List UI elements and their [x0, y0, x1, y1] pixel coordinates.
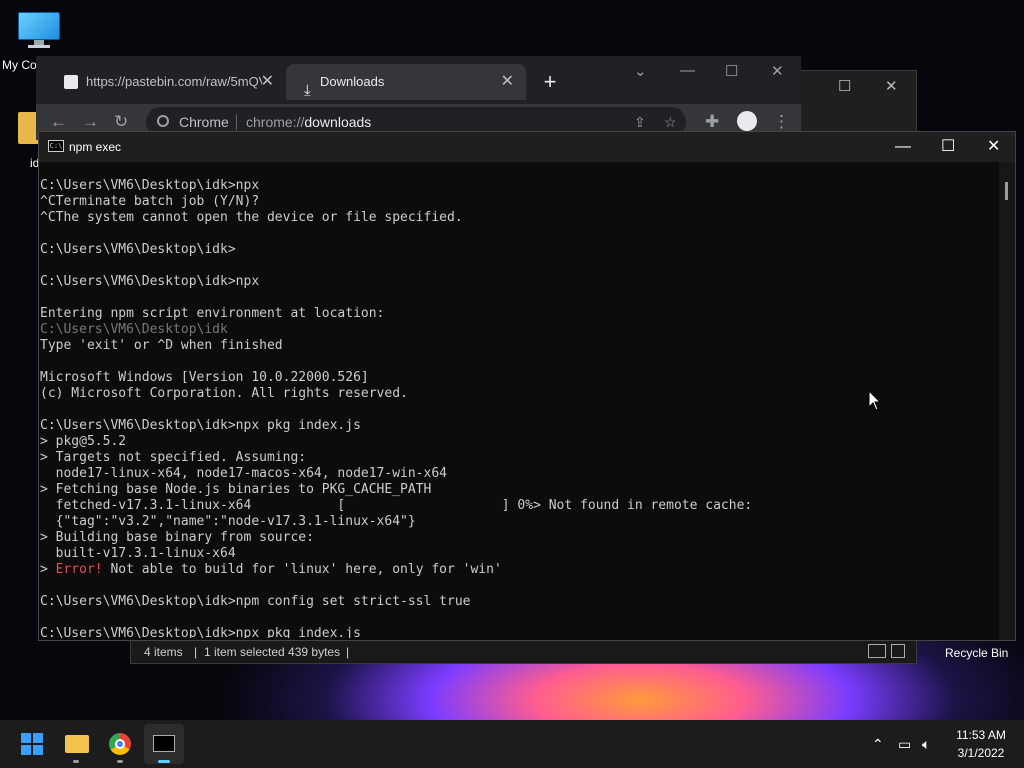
- new-tab-button[interactable]: +: [536, 64, 564, 100]
- terminal-line: built-v17.3.1-linux-x64: [40, 546, 236, 561]
- tab-downloads[interactable]: ⤓ Downloads ✕: [286, 64, 526, 100]
- tab-title: Downloads: [320, 74, 385, 89]
- extensions-icon[interactable]: ✚: [705, 112, 719, 132]
- clock-time: 11:53 AM: [956, 728, 1006, 742]
- terminal-line: C:\Users\VM6\Desktop\idk>npx: [40, 178, 260, 193]
- scrollbar-thumb[interactable]: [1005, 182, 1008, 200]
- volume-icon[interactable]: 🔈︎: [922, 720, 930, 768]
- reload-icon[interactable]: ↻: [114, 112, 128, 132]
- tab-search-icon[interactable]: ⌄: [634, 62, 647, 80]
- clock-date: 3/1/2022: [957, 746, 1005, 760]
- terminal-line: C:\Users\VM6\Desktop\idk>npx pkg index.j…: [40, 418, 361, 433]
- terminal-line: ^CThe system cannot open the device or f…: [40, 210, 463, 225]
- status-separator: |: [346, 645, 350, 659]
- pastebin-favicon-icon: [64, 75, 78, 89]
- error-label: Error!: [55, 562, 103, 577]
- terminal-line: > Error! Not able to build for 'linux' h…: [40, 562, 502, 577]
- chrome-menu-icon[interactable]: ⋮: [773, 112, 790, 132]
- show-hidden-icons-icon[interactable]: ⌃: [872, 720, 884, 768]
- taskbar-command-prompt[interactable]: [144, 724, 184, 764]
- this-pc-icon[interactable]: [18, 12, 60, 48]
- terminal-line: > Targets not specified. Assuming:: [40, 450, 307, 465]
- terminal-line: C:\Users\VM6\Desktop\idk>npx pkg index.j…: [40, 626, 361, 638]
- taskbar-chrome[interactable]: [100, 724, 140, 764]
- running-indicator: [158, 760, 170, 763]
- close-tab-icon[interactable]: ✕: [261, 64, 274, 100]
- tab-title: https://pastebin.com/raw/5mQV: [86, 74, 262, 89]
- maximize-icon[interactable]: ☐: [838, 77, 851, 95]
- terminal-line: > Building base binary from source:: [40, 530, 314, 545]
- terminal-line: Microsoft Windows [Version 10.0.22000.52…: [40, 370, 369, 385]
- close-icon[interactable]: ✕: [771, 62, 784, 80]
- close-icon[interactable]: ✕: [885, 77, 898, 95]
- terminal-line: C:\Users\VM6\Desktop\idk>: [40, 242, 236, 257]
- explorer-status-bar: 4 items | 1 item selected 439 bytes |: [131, 641, 916, 663]
- minimize-icon[interactable]: —: [895, 132, 911, 162]
- minimize-icon[interactable]: —: [680, 62, 695, 79]
- terminal-line: Entering npm script environment at locat…: [40, 306, 385, 321]
- items-count: 4 items: [144, 645, 183, 659]
- close-tab-icon[interactable]: ✕: [501, 64, 514, 100]
- forward-icon[interactable]: →: [82, 112, 99, 132]
- taskbar-clock[interactable]: 11:53 AM 3/1/2022: [946, 726, 1016, 762]
- terminal-title: npm exec: [69, 140, 122, 154]
- terminal-line: Type 'exit' or ^D when finished: [40, 338, 283, 353]
- desktop-icon-label-this-pc: My Co: [2, 58, 37, 72]
- chrome-site-icon[interactable]: [157, 115, 169, 127]
- running-indicator: [73, 760, 79, 763]
- folder-icon: [65, 735, 89, 753]
- recycle-bin-label[interactable]: Recycle Bin: [945, 646, 1008, 660]
- network-icon[interactable]: ▭: [898, 720, 911, 768]
- url-scheme: chrome://: [246, 114, 305, 130]
- tiles-view-icon[interactable]: [891, 644, 905, 658]
- maximize-icon[interactable]: ☐: [725, 62, 738, 80]
- chrome-window[interactable]: https://pastebin.com/raw/5mQV ✕ ⤓ Downlo…: [36, 56, 801, 140]
- terminal-line: node17-linux-x64, node17-macos-x64, node…: [40, 466, 447, 481]
- running-indicator: [117, 760, 123, 763]
- close-icon[interactable]: ✕: [987, 132, 1000, 162]
- details-view-icon[interactable]: [868, 644, 886, 658]
- terminal-line: (c) Microsoft Corporation. All rights re…: [40, 386, 408, 401]
- terminal-line: C:\Users\VM6\Desktop\idk: [40, 322, 228, 337]
- terminal-window[interactable]: C:\ npm exec — ☐ ✕ C:\Users\VM6\Desktop\…: [38, 131, 1016, 641]
- status-separator: |: [194, 645, 198, 659]
- selection-info: 1 item selected 439 bytes: [204, 645, 341, 659]
- profile-avatar-icon[interactable]: [737, 111, 757, 131]
- terminal-line: fetched-v17.3.1-linux-x64 [ ] 0%> Not fo…: [40, 498, 753, 513]
- terminal-line: > pkg@5.5.2: [40, 434, 127, 449]
- cmd-icon: [153, 735, 175, 752]
- tab-strip: https://pastebin.com/raw/5mQV ✕ ⤓ Downlo…: [36, 56, 801, 104]
- windows-logo-icon: [21, 733, 43, 755]
- tab-pastebin[interactable]: https://pastebin.com/raw/5mQV ✕: [46, 64, 286, 100]
- terminal-output[interactable]: C:\Users\VM6\Desktop\idk>npx ^CTerminate …: [40, 178, 995, 638]
- omnibox-separator: [236, 114, 237, 130]
- maximize-icon[interactable]: ☐: [941, 132, 955, 162]
- back-icon[interactable]: ←: [50, 112, 67, 132]
- terminal-line: {"tag":"v3.2","name":"node-v17.3.1-linux…: [40, 514, 416, 529]
- terminal-titlebar[interactable]: C:\ npm exec — ☐ ✕: [39, 132, 1015, 162]
- terminal-line: > Fetching base Node.js binaries to PKG_…: [40, 482, 432, 497]
- mouse-cursor-icon: [868, 390, 882, 411]
- terminal-line: C:\Users\VM6\Desktop\idk>npx: [40, 274, 260, 289]
- terminal-scrollbar[interactable]: [999, 162, 1015, 640]
- start-button[interactable]: [12, 724, 52, 764]
- url-path: downloads: [304, 114, 372, 130]
- taskbar-file-explorer[interactable]: [56, 724, 96, 764]
- taskbar: ⌃ ▭ 🔈︎ 11:53 AM 3/1/2022: [0, 720, 1024, 768]
- cmd-icon: C:\: [48, 140, 64, 152]
- terminal-line: C:\Users\VM6\Desktop\idk>npm config set …: [40, 594, 471, 609]
- terminal-line: ^CTerminate batch job (Y/N)?: [40, 194, 260, 209]
